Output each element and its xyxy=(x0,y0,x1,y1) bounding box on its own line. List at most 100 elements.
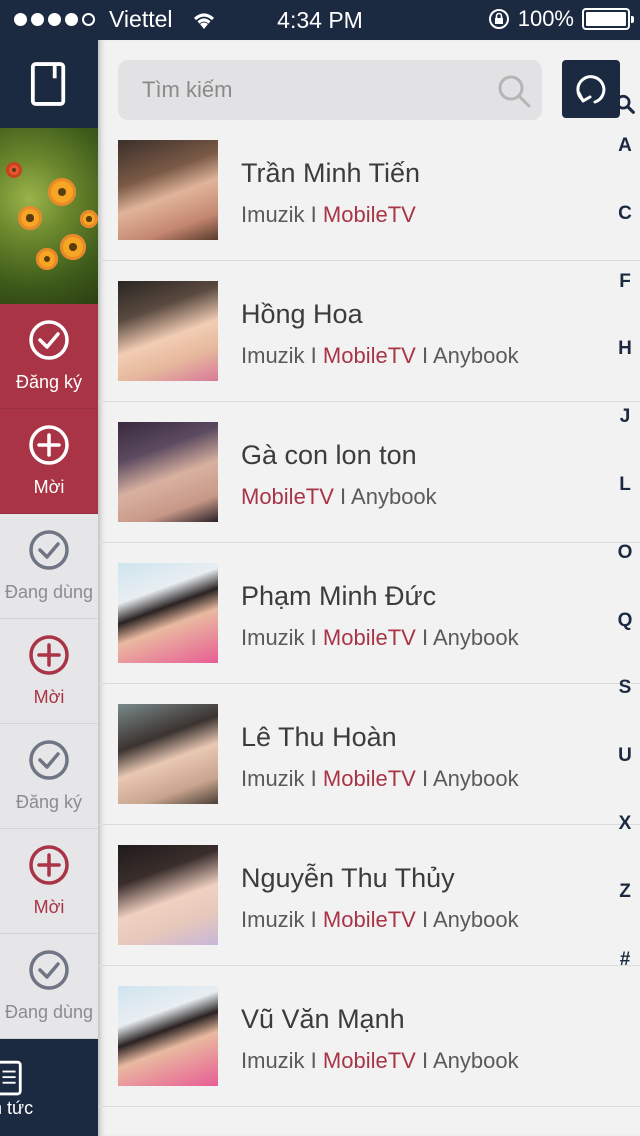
index-letter[interactable]: A xyxy=(610,135,640,203)
contact-row[interactable]: Lê Thu Hoàn Imuzik I MobileTV I Anybook xyxy=(98,684,640,825)
avatar[interactable] xyxy=(118,281,218,381)
avatar[interactable] xyxy=(118,845,218,945)
index-letter[interactable]: J xyxy=(610,406,640,474)
index-letter[interactable]: F xyxy=(610,271,640,339)
sidebar-item-2[interactable]: Đang dùng xyxy=(0,514,98,619)
index-letter[interactable]: Q xyxy=(610,610,640,678)
service-tag: Anybook xyxy=(432,1048,519,1073)
search-input[interactable] xyxy=(118,60,542,120)
avatar[interactable] xyxy=(118,704,218,804)
alphabet-index[interactable]: A C F H J L O Q S U X Z # xyxy=(610,94,640,970)
service-tag: MobileTV xyxy=(322,1048,416,1073)
contact-name: Nguyễn Thu Thủy xyxy=(241,863,455,893)
sidebar-item-4[interactable]: Đăng ký xyxy=(0,724,98,829)
plus-circle-icon xyxy=(28,424,70,471)
check-circle-icon xyxy=(28,949,70,996)
index-letter[interactable]: H xyxy=(610,338,640,406)
plus-circle-icon xyxy=(28,634,70,681)
service-tag: Imuzik xyxy=(241,343,305,368)
index-letter[interactable]: X xyxy=(610,813,640,881)
contact-row[interactable]: Gà con lon ton MobileTV I Anybook xyxy=(98,402,640,543)
service-tag: Anybook xyxy=(432,343,519,368)
sidebar: Đăng ký Mời Đang dùng Mời Đăng ký Mời Đang dùn… xyxy=(0,40,98,1136)
index-letter[interactable]: S xyxy=(610,677,640,745)
contact-list: Trần Minh Tiến Imuzik I MobileTV Hồng Hoa I… xyxy=(98,120,640,1107)
status-right: 100% xyxy=(488,6,634,32)
contact-row[interactable]: Trần Minh Tiến Imuzik I MobileTV xyxy=(98,120,640,261)
sidebar-item-label: Đang dùng xyxy=(4,582,94,602)
plus-circle-icon xyxy=(28,844,70,891)
avatar[interactable] xyxy=(118,986,218,1086)
contact-services: Imuzik I MobileTV xyxy=(241,202,416,228)
service-separator: I xyxy=(304,907,323,932)
service-separator: I xyxy=(415,907,433,932)
service-separator: I xyxy=(415,343,433,368)
index-letter[interactable]: C xyxy=(610,203,640,271)
sidebar-item-0[interactable]: Đăng ký xyxy=(0,304,98,409)
refresh-button[interactable] xyxy=(562,60,620,118)
index-letter[interactable]: U xyxy=(610,745,640,813)
index-letter[interactable]: L xyxy=(610,474,640,542)
contact-services: Imuzik I MobileTV I Anybook xyxy=(241,766,519,792)
contact-row[interactable]: Vũ Văn Mạnh Imuzik I MobileTV I Anybook xyxy=(98,966,640,1107)
sidebar-item-news[interactable]: n tức xyxy=(0,1039,98,1136)
avatar[interactable] xyxy=(118,563,218,663)
search-icon[interactable] xyxy=(496,73,532,109)
service-tag: MobileTV xyxy=(322,343,416,368)
index-letter[interactable]: O xyxy=(610,542,640,610)
index-search-icon[interactable] xyxy=(614,93,636,115)
sidebar-item-1[interactable]: Mời xyxy=(0,409,98,514)
sidebar-item-6[interactable]: Đang dùng xyxy=(0,934,98,1039)
contact-services: Imuzik I MobileTV I Anybook xyxy=(241,343,519,369)
service-separator: I xyxy=(415,766,433,791)
contact-row[interactable]: Hồng Hoa Imuzik I MobileTV I Anybook xyxy=(98,261,640,402)
contact-name: Gà con lon ton xyxy=(241,440,417,470)
sidebar-item-label: n tức xyxy=(0,1097,34,1118)
refresh-icon xyxy=(576,75,606,104)
sidebar-item-label: Mời xyxy=(33,897,65,917)
sidebar-top[interactable] xyxy=(0,40,98,128)
check-circle-icon xyxy=(28,739,70,786)
check-circle-icon xyxy=(28,319,70,366)
service-tag: Anybook xyxy=(432,625,519,650)
contact-row[interactable]: Phạm Minh Đức Imuzik I MobileTV I Anybook xyxy=(98,543,640,684)
sidebar-item-label: Mời xyxy=(33,687,65,707)
index-letter[interactable]: # xyxy=(610,949,640,1017)
sidebar-item-3[interactable]: Mời xyxy=(0,619,98,724)
sidebar-photo xyxy=(0,128,98,304)
service-separator: I xyxy=(415,625,433,650)
contact-name: Trần Minh Tiến xyxy=(241,158,421,188)
contact-services: Imuzik I MobileTV I Anybook xyxy=(241,1048,519,1074)
contact-services: MobileTV I Anybook xyxy=(241,484,437,510)
index-letter[interactable]: Z xyxy=(610,881,640,949)
contact-row[interactable]: Nguyễn Thu Thủy Imuzik I MobileTV I Anybo… xyxy=(98,825,640,966)
book-icon[interactable] xyxy=(30,61,68,107)
service-tag: Imuzik xyxy=(241,907,305,932)
battery-percent: 100% xyxy=(517,6,574,31)
sidebar-item-label: Đăng ký xyxy=(15,792,83,812)
battery-icon xyxy=(582,8,634,30)
service-tag: Imuzik xyxy=(241,766,305,791)
sidebar-item-5[interactable]: Mời xyxy=(0,829,98,934)
service-tag: MobileTV xyxy=(322,907,416,932)
service-tag: Imuzik xyxy=(241,202,305,227)
service-separator: I xyxy=(304,1048,323,1073)
rotation-lock-icon xyxy=(488,9,509,29)
service-tag: Anybook xyxy=(432,766,519,791)
search-bar[interactable] xyxy=(118,60,542,120)
service-separator: I xyxy=(304,343,323,368)
sidebar-item-label: Đang dùng xyxy=(4,1002,94,1022)
sidebar-item-label: Mời xyxy=(33,477,65,497)
contact-name: Vũ Văn Mạnh xyxy=(241,1004,405,1034)
service-tag: MobileTV xyxy=(322,625,416,650)
contact-name: Lê Thu Hoàn xyxy=(241,722,397,752)
service-tag: MobileTV xyxy=(322,766,416,791)
service-tag: MobileTV xyxy=(241,484,334,509)
service-tag: Anybook xyxy=(351,484,437,509)
avatar[interactable] xyxy=(118,140,218,240)
service-separator: I xyxy=(304,202,323,227)
service-tag: Imuzik xyxy=(241,1048,305,1073)
avatar[interactable] xyxy=(118,422,218,522)
service-tag: Anybook xyxy=(432,907,519,932)
contact-name: Hồng Hoa xyxy=(241,299,363,329)
